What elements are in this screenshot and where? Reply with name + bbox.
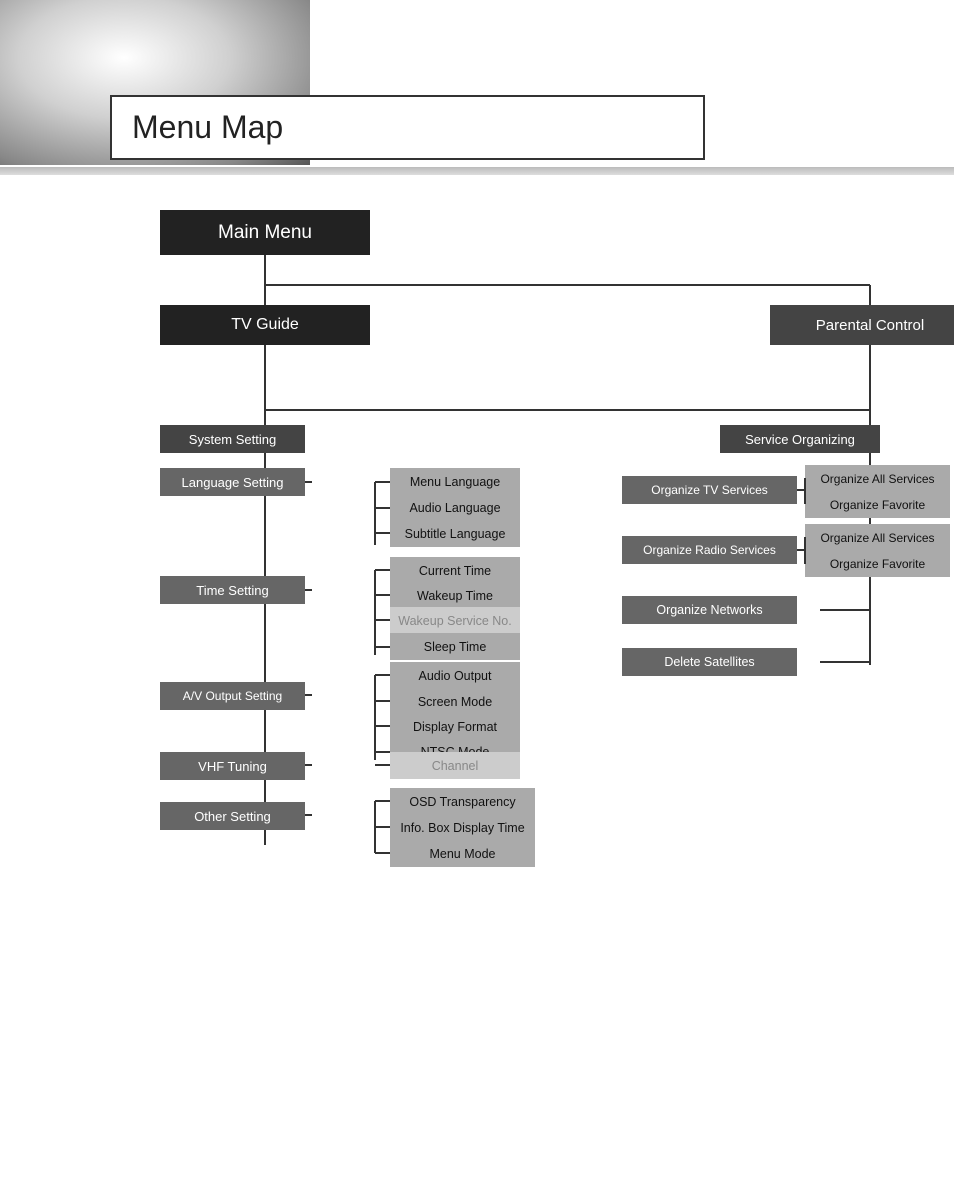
main-content: Main Menu TV Guide Parental Control Syst… [0,175,954,935]
header-line [0,167,954,175]
menu-mode-box: Menu Mode [390,840,535,867]
header: Menu Map [0,0,954,175]
delete-satellites-box: Delete Satellites [622,648,797,676]
audio-output-box: Audio Output [390,662,520,689]
tv-all-services-box: Organize All Services [805,465,950,492]
display-format-box: Display Format [390,713,520,740]
menu-language-box: Menu Language [390,468,520,495]
info-box-display-box: Info. Box Display Time [390,814,535,841]
wakeup-service-box: Wakeup Service No. [390,607,520,634]
radio-all-services-box: Organize All Services [805,524,950,551]
organize-tv-box: Organize TV Services [622,476,797,504]
screen-mode-box: Screen Mode [390,688,520,715]
parental-control-box: Parental Control [770,305,954,345]
subtitle-language-box: Subtitle Language [390,520,520,547]
main-menu-box: Main Menu [160,210,370,255]
osd-transparency-box: OSD Transparency [390,788,535,815]
channel-box: Channel [390,752,520,779]
current-time-box: Current Time [390,557,520,584]
wakeup-time-box: Wakeup Time [390,582,520,609]
other-setting-box: Other Setting [160,802,305,830]
service-organizing-box: Service Organizing [720,425,880,453]
organize-radio-box: Organize Radio Services [622,536,797,564]
organize-networks-box: Organize Networks [622,596,797,624]
tv-organize-fav-box: Organize Favorite [805,491,950,518]
radio-organize-fav-box: Organize Favorite [805,550,950,577]
av-output-box: A/V Output Setting [160,682,305,710]
tv-guide-box: TV Guide [160,305,370,345]
title-box: Menu Map [110,95,705,160]
menu-map: Main Menu TV Guide Parental Control Syst… [0,195,954,895]
audio-language-box: Audio Language [390,494,520,521]
language-setting-box: Language Setting [160,468,305,496]
page-title: Menu Map [132,109,283,146]
sleep-time-box: Sleep Time [390,633,520,660]
time-setting-box: Time Setting [160,576,305,604]
vhf-tuning-box: VHF Tuning [160,752,305,780]
system-setting-box: System Setting [160,425,305,453]
